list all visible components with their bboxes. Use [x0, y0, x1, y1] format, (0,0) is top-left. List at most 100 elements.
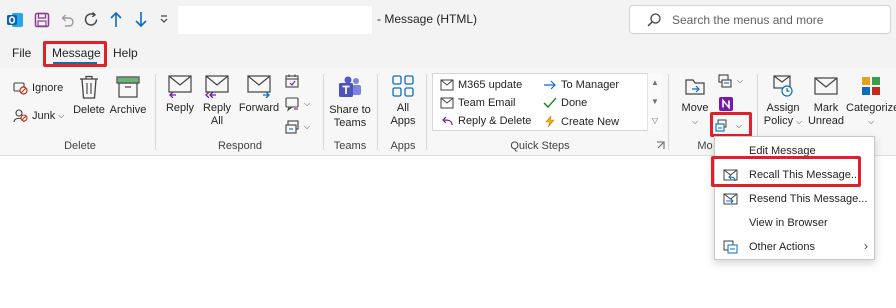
- quick-step-done[interactable]: Done: [543, 97, 587, 109]
- forward-label: Forward: [238, 102, 280, 114]
- other-actions-label: Other Actions: [749, 241, 816, 253]
- gallery-expand-icon[interactable]: ▽: [648, 111, 662, 130]
- chevron-down-icon: ⌵: [58, 110, 65, 120]
- quick-step-reply-delete[interactable]: Reply & Delete: [440, 115, 531, 127]
- resend-message-item[interactable]: Resend This Message...: [715, 187, 876, 211]
- envelope-icon: [440, 97, 454, 109]
- subject-box: [178, 6, 372, 34]
- menu-bar: File Message Help: [0, 40, 896, 68]
- mark-unread-button[interactable]: Mark Unread: [806, 74, 846, 128]
- other-actions-icon: [715, 240, 745, 254]
- quick-step-create-new[interactable]: Create New: [543, 115, 619, 128]
- active-tab-indicator: [53, 62, 97, 64]
- assign-policy-button[interactable]: Assign Policy ⌵: [762, 74, 804, 128]
- scroll-down-icon[interactable]: ▼: [648, 92, 662, 111]
- view-in-browser-label: View in Browser: [749, 217, 828, 229]
- quick-step-to-manager[interactable]: To Manager: [543, 79, 619, 91]
- arrow-up-icon[interactable]: [108, 10, 124, 28]
- ignore-button[interactable]: Ignore: [13, 80, 63, 95]
- trash-icon: [80, 75, 98, 99]
- im-reply-button[interactable]: ⌵: [284, 96, 310, 112]
- recall-message-label: Recall This Message...: [749, 169, 861, 181]
- chevron-down-icon: ⌵: [304, 122, 311, 131]
- quick-step-team-email[interactable]: Team Email: [440, 97, 515, 109]
- onenote-button[interactable]: [718, 96, 738, 112]
- group-separator: [377, 74, 378, 150]
- lightning-icon: [545, 115, 555, 128]
- chevron-down-icon: ⌵: [867, 117, 875, 126]
- view-in-browser-item[interactable]: View in Browser: [715, 211, 876, 235]
- reply-icon: [168, 75, 192, 98]
- assign-policy-line1: Assign: [766, 102, 800, 114]
- move-label: Move: [681, 102, 709, 114]
- group-separator: [155, 74, 156, 150]
- recall-message-item[interactable]: Recall This Message...: [715, 163, 876, 187]
- quick-steps-group-label: Quick Steps: [510, 140, 570, 152]
- apps-grid-icon: [392, 75, 414, 97]
- chevron-down-icon: ⌵: [304, 99, 311, 108]
- junk-label: Junk: [32, 109, 56, 122]
- more-respond-button[interactable]: ⌵: [284, 119, 310, 135]
- delete-button[interactable]: Delete: [72, 74, 106, 117]
- assign-policy-line2: Policy: [763, 115, 794, 127]
- quick-step-label: Reply & Delete: [458, 115, 532, 127]
- more-respond-icon: [285, 120, 299, 134]
- ignore-icon: [13, 82, 28, 95]
- edit-message-item[interactable]: Edit Message: [715, 139, 876, 163]
- rules-button[interactable]: ⌵: [717, 73, 743, 89]
- reply-all-line2: All: [210, 115, 224, 127]
- arrow-right-icon: [544, 80, 556, 90]
- resend-icon: [715, 193, 745, 206]
- arrow-down-icon[interactable]: [133, 10, 149, 28]
- title-bar: - Message (HTML) Search the menus and mo…: [0, 0, 896, 40]
- move-group-label: Mo: [697, 140, 713, 152]
- rules-icon: [718, 74, 732, 88]
- menu-help[interactable]: Help: [113, 46, 138, 60]
- checkmark-icon: [543, 97, 557, 108]
- message-actions-button[interactable]: ⌵: [715, 117, 742, 135]
- quick-steps-scroll[interactable]: ▲ ▼ ▽: [647, 73, 662, 131]
- teams-icon: [339, 76, 361, 97]
- reply-all-button[interactable]: Reply All: [200, 74, 234, 128]
- reply-all-line1: Reply: [202, 102, 232, 114]
- menu-message[interactable]: Message: [52, 46, 101, 60]
- redo-icon[interactable]: [82, 10, 100, 28]
- chevron-down-icon: ⌵: [737, 76, 744, 85]
- forward-button[interactable]: Forward: [238, 74, 280, 115]
- edit-message-label: Edit Message: [749, 145, 816, 157]
- quick-step-label: M365 update: [458, 79, 523, 91]
- quick-step-m365-update[interactable]: M365 update: [440, 79, 522, 91]
- save-icon[interactable]: [33, 11, 50, 28]
- all-apps-button[interactable]: All Apps: [384, 74, 422, 128]
- policy-icon: [773, 75, 793, 97]
- menu-file[interactable]: File: [12, 46, 31, 60]
- junk-button[interactable]: Junk ⌵: [13, 108, 64, 123]
- envelope-icon: [440, 79, 454, 91]
- categorize-label: Categorize: [846, 102, 896, 114]
- all-apps-line2: Apps: [390, 115, 416, 127]
- delete-group-label: Delete: [64, 140, 96, 152]
- chevron-right-icon: ›: [864, 239, 868, 253]
- share-to-teams-button[interactable]: Share to Teams: [328, 74, 372, 130]
- apps-group-label: Apps: [390, 140, 416, 152]
- search-icon: [646, 12, 662, 33]
- chat-reply-icon: [285, 97, 299, 112]
- meeting-reply-button[interactable]: [284, 73, 304, 89]
- categorize-icon: [862, 77, 880, 95]
- scroll-up-icon[interactable]: ▲: [648, 73, 662, 92]
- share-teams-line1: Share to: [329, 104, 371, 116]
- junk-icon: [13, 109, 28, 123]
- archive-button[interactable]: Archive: [108, 74, 148, 117]
- reply-all-icon: [205, 75, 229, 98]
- search-box[interactable]: Search the menus and more: [629, 5, 891, 34]
- move-button[interactable]: Move ⌵: [678, 74, 712, 128]
- quick-step-label: Team Email: [458, 97, 516, 109]
- categorize-button[interactable]: Categorize ⌵: [846, 74, 896, 128]
- message-actions-icon: [715, 119, 727, 132]
- onenote-icon: [719, 97, 733, 111]
- undo-icon[interactable]: [58, 11, 75, 28]
- reply-button[interactable]: Reply: [163, 74, 197, 115]
- customize-toolbar-icon[interactable]: [158, 13, 170, 25]
- outlook-logo-icon: [6, 11, 24, 29]
- other-actions-item[interactable]: Other Actions ›: [715, 235, 876, 259]
